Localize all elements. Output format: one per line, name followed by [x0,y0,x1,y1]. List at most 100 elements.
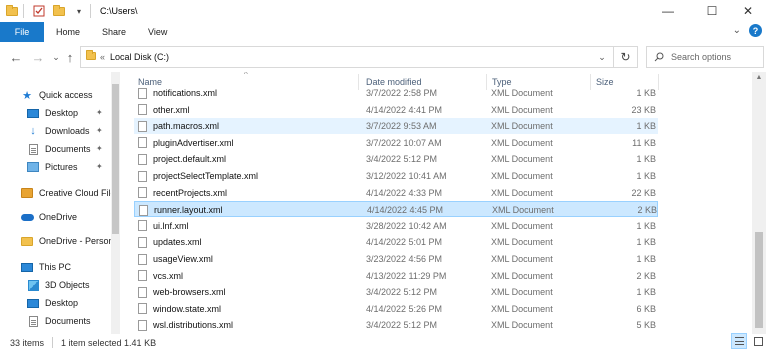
file-name-cell: usageView.xml [138,251,213,267]
nav-label: This PC [39,262,72,272]
address-bar[interactable]: « Local Disk (C:) ⌄ ↻ [80,46,638,68]
scrollbar-thumb[interactable] [112,84,119,234]
file-name: projectSelectTemplate.xml [153,171,259,181]
close-button[interactable]: ✕ [728,0,768,22]
nav-creative-cloud[interactable]: Creative Cloud File [20,184,116,202]
maximize-button[interactable]: ☐ [692,0,732,22]
date-modified-cell: 4/14/2022 4:41 PM [366,104,443,115]
documents-icon [26,315,40,327]
back-button[interactable]: ← [6,47,26,67]
scrollbar-thumb[interactable] [755,232,763,328]
table-row[interactable]: notifications.xml 3/7/2022 2:58 PM XML Doc… [134,85,658,101]
pin-icon[interactable]: ✦ [96,126,103,135]
nav-item-pictures[interactable]: Pictures [26,158,78,176]
nav-scrollbar[interactable] [111,72,120,334]
table-row[interactable]: vcs.xml 4/13/2022 11:29 PM XML Document 2 K… [134,268,658,284]
customize-quick-access-icon[interactable]: ▾ [71,3,87,19]
xml-file-icon [138,153,147,165]
file-name: web-browsers.xml [153,287,226,298]
file-name-cell: window.state.xml [138,301,221,317]
up-button[interactable]: ↑ [60,47,80,67]
date-modified-cell: 3/7/2022 10:07 AM [366,137,442,148]
help-icon[interactable]: ? [749,24,762,37]
new-folder-icon[interactable] [51,3,67,19]
expand-ribbon-icon[interactable]: ⌄ [733,25,741,36]
file-name-cell: runner.layout.xml [139,202,223,218]
file-list-scrollbar[interactable]: ▲ [752,72,766,334]
file-name: wsl.distributions.xml [153,320,234,331]
table-row[interactable]: path.macros.xml 3/7/2022 9:53 AM XML Docum… [134,118,658,135]
large-icons-view-button[interactable] [750,333,766,349]
pin-icon[interactable]: ✦ [96,162,103,171]
search-input[interactable]: Search options [646,46,764,68]
table-row[interactable]: ui.lnf.xml 3/28/2022 10:42 AM XML Document… [134,218,658,234]
title-bar: ▾ C:\Users\ — ☐ ✕ [0,0,768,22]
table-row[interactable]: updates.xml 4/14/2022 5:01 PM XML Document… [134,234,658,250]
date-modified-cell: 3/4/2022 5:12 PM [366,154,438,165]
column-divider[interactable] [658,74,659,90]
table-row[interactable]: project.default.xml 3/4/2022 5:12 PM XML D… [134,151,658,167]
table-row[interactable]: other.xml 4/14/2022 4:41 PM XML Document 23… [134,102,658,118]
breadcrumb-overflow-icon[interactable]: « [100,52,105,62]
details-view-button[interactable] [731,333,747,349]
folder-icon [86,50,96,62]
window-title: C:\Users\ [100,6,138,16]
date-modified-cell: 3/7/2022 9:53 AM [366,121,437,132]
table-row[interactable]: wsl.distributions.xml 3/4/2022 5:12 PM XML… [134,317,658,333]
table-row[interactable]: recentProjects.xml 4/14/2022 4:33 PM XML D… [134,185,658,201]
pin-icon[interactable]: ✦ [96,144,103,153]
table-row[interactable]: runner.layout.xml 4/14/2022 4:45 PM XML Do… [134,201,658,218]
file-type-cell: XML Document [491,104,553,115]
date-modified-cell: 4/14/2022 4:45 PM [367,205,444,216]
nav-onedrive-personal[interactable]: OneDrive - Person [20,232,114,250]
pin-icon[interactable]: ✦ [96,108,103,117]
nav-quick-access[interactable]: ★ Quick access [20,86,92,104]
date-modified-cell: 4/14/2022 5:01 PM [366,237,443,248]
file-size-cell: 11 KB [632,137,656,148]
file-type-cell: XML Document [491,287,553,298]
nav-item-documents[interactable]: Documents [26,140,91,158]
file-size-cell: 5 KB [636,320,656,331]
nav-item-pc-desktop[interactable]: Desktop [26,294,78,312]
nav-this-pc[interactable]: This PC [20,258,71,276]
desktop-icon [26,297,40,309]
file-name: window.state.xml [153,303,222,314]
table-row[interactable]: web-browsers.xml 3/4/2022 5:12 PM XML Docu… [134,284,658,300]
scroll-up-icon[interactable]: ▲ [752,74,766,81]
minimize-button[interactable]: — [648,0,688,22]
file-name-cell: updates.xml [138,234,202,250]
file-type-cell: XML Document [491,237,553,248]
nav-item-pc-documents[interactable]: Documents [26,312,91,330]
file-name: path.macros.xml [153,121,220,132]
nav-item-3d-objects[interactable]: 3D Objects [26,276,90,294]
table-row[interactable]: projectSelectTemplate.xml 3/12/2022 10:41… [134,168,658,184]
documents-icon [26,143,40,155]
table-row[interactable]: usageView.xml 3/23/2022 4:56 PM XML Docume… [134,251,658,267]
tab-view[interactable]: View [137,22,178,42]
refresh-button[interactable]: ↻ [613,47,637,67]
nav-onedrive[interactable]: OneDrive [20,208,77,226]
tab-home[interactable]: Home [44,22,91,42]
file-name: updates.xml [153,237,202,248]
file-type-cell: XML Document [491,137,553,148]
nav-label: Creative Cloud File [39,188,116,198]
tab-file[interactable]: File [0,22,44,42]
nav-item-desktop[interactable]: Desktop [26,104,78,122]
nav-item-downloads[interactable]: ↓ Downloads [26,122,89,140]
search-icon [647,52,671,62]
properties-icon[interactable] [31,3,47,19]
file-name: recentProjects.xml [153,187,228,198]
tab-share[interactable]: Share [91,22,137,42]
table-row[interactable]: pluginAdvertiser.xml 3/7/2022 10:07 AM XML… [134,135,658,151]
search-placeholder: Search options [671,52,732,62]
file-type-cell: XML Document [491,187,553,198]
navigation-pane: ★ Quick access Desktop ✦ ↓ Downloads ✦ D… [0,72,120,334]
forward-button[interactable]: → [28,47,48,67]
date-modified-cell: 3/4/2022 5:12 PM [366,287,438,298]
address-dropdown-icon[interactable]: ⌄ [593,47,611,67]
date-modified-cell: 3/28/2022 10:42 AM [366,220,447,231]
sort-arrow-icon: ^ [244,72,248,79]
breadcrumb[interactable]: Local Disk (C:) [110,52,169,62]
table-row[interactable]: window.state.xml 4/14/2022 5:26 PM XML Doc… [134,301,658,317]
file-name-cell: path.macros.xml [138,118,219,134]
